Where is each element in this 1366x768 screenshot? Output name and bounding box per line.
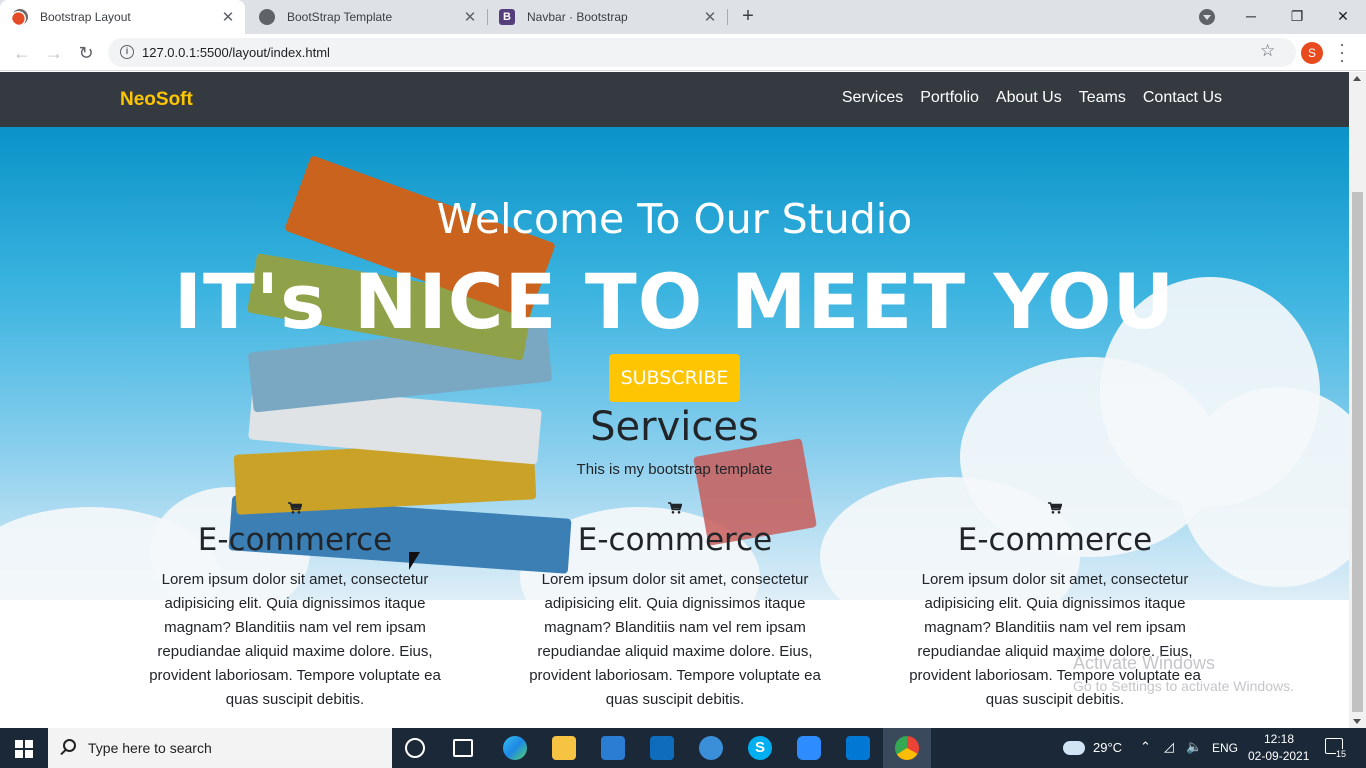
nav-link-teams[interactable]: Teams [1079,89,1126,107]
service-card: E-commerce Lorem ipsum dolor sit amet, c… [510,502,840,712]
card-text: Lorem ipsum dolor sit amet, consectetur … [529,571,821,708]
shopping-cart-icon [668,502,682,514]
file-explorer-icon[interactable] [552,736,576,760]
windows-logo-icon [25,750,33,758]
browser-tab-strip: Bootstrap Layout ✕ BootStrap Template ✕ … [0,0,1366,34]
hero-welcome-heading: Welcome To Our Studio [436,195,913,243]
page-viewport: NeoSoft Services Portfolio About Us Team… [0,72,1349,728]
url-text[interactable]: 127.0.0.1:5500/layout/index.html [142,45,330,60]
browser-toolbar: ← → ↻ i 127.0.0.1:5500/layout/index.html… [0,34,1366,71]
profile-avatar[interactable]: S [1301,42,1323,64]
volume-icon[interactable]: 🔈 [1186,739,1202,755]
menu-icon[interactable]: · · · [1336,35,1348,69]
notification-count: 15 [1336,749,1347,759]
subscribe-button[interactable]: SUBSCRIBE [609,354,740,402]
activate-windows-subtext: Go to Settings to activate Windows. [1073,678,1294,694]
new-tab-button[interactable]: + [736,4,760,28]
close-window-button[interactable]: ✕ [1320,0,1366,32]
search-placeholder: Type here to search [88,740,212,756]
scroll-up-icon[interactable] [1353,76,1361,81]
weather-icon[interactable] [1063,741,1085,755]
page-scrollbar[interactable] [1349,72,1366,728]
hero-main-heading: IT's NICE TO MEET YOU [173,257,1176,346]
tab-title: Bootstrap Layout [40,10,131,24]
services-heading: Services [590,404,759,450]
windows-logo-icon [15,750,23,758]
scroll-thumb[interactable] [1352,192,1363,712]
windows-logo-icon [15,740,23,748]
windows-logo-icon [25,740,33,748]
nav-links: Services Portfolio About Us Teams Contac… [842,89,1222,107]
start-button[interactable] [0,728,48,768]
globe-icon [259,9,275,25]
services-subtitle: This is my bootstrap template [576,461,773,478]
bookmark-star-icon[interactable]: ☆ [1260,41,1275,61]
tab-bootstrap-template[interactable]: BootStrap Template ✕ [247,0,487,34]
task-view-icon[interactable] [453,739,473,757]
site-navbar: NeoSoft Services Portfolio About Us Team… [0,72,1349,127]
tab-navbar-bootstrap[interactable]: B Navbar · Bootstrap ✕ [487,0,727,34]
clock-date[interactable]: 02-09-2021 [1248,749,1309,763]
tab-title: Navbar · Bootstrap [527,10,628,24]
scroll-down-icon[interactable] [1353,719,1361,724]
taskbar-search-box[interactable]: Type here to search [48,728,392,768]
network-icon[interactable]: ◿ [1164,739,1174,755]
vscode-icon[interactable] [846,736,870,760]
search-icon [63,739,76,752]
favicon-icon [12,9,28,25]
mouse-cursor-icon [409,552,420,570]
nav-link-contact-us[interactable]: Contact Us [1143,89,1222,107]
nav-link-portfolio[interactable]: Portfolio [920,89,979,107]
service-card: E-commerce Lorem ipsum dolor sit amet, c… [130,502,460,712]
nav-link-services[interactable]: Services [842,89,903,107]
restore-button[interactable]: ❐ [1274,0,1320,32]
back-button[interactable]: ← [10,41,34,65]
minimize-button[interactable]: ─ [1228,0,1274,32]
tab-title: BootStrap Template [287,10,393,24]
activate-windows-watermark: Activate Windows [1073,653,1216,673]
shopping-cart-icon [288,502,302,514]
skype-icon[interactable]: S [748,736,772,760]
address-bar[interactable]: i 127.0.0.1:5500/layout/index.html ☆ [108,38,1296,67]
clock-time[interactable]: 12:18 [1264,732,1294,746]
nav-link-about-us[interactable]: About Us [996,89,1062,107]
mail-icon[interactable] [650,736,674,760]
reload-button[interactable]: ↻ [74,41,98,65]
tab-bootstrap-layout[interactable]: Bootstrap Layout ✕ [0,0,245,34]
brand-logo[interactable]: NeoSoft [120,89,193,111]
tab-separator [727,9,728,25]
chrome-icon [895,736,919,760]
bootstrap-icon: B [499,9,515,25]
zoom-icon[interactable] [797,736,821,760]
card-title: E-commerce [957,522,1153,558]
edge-icon[interactable] [503,736,527,760]
chevron-up-icon[interactable]: ⌃ [1140,739,1151,755]
language-indicator[interactable]: ENG [1212,741,1238,755]
chrome-taskbar-button[interactable] [883,728,931,768]
card-text: Lorem ipsum dolor sit amet, consectetur … [149,571,441,708]
shopping-cart-icon [1048,502,1062,514]
store-icon[interactable] [601,736,625,760]
weather-temp[interactable]: 29°C [1093,740,1122,755]
card-title: E-commerce [577,522,773,558]
tab-search-icon[interactable] [1199,9,1215,25]
close-icon[interactable]: ✕ [701,8,719,26]
app-icon[interactable] [699,736,723,760]
close-icon[interactable]: ✕ [219,8,237,26]
cortana-icon[interactable] [405,738,425,758]
info-icon[interactable]: i [120,45,134,59]
forward-button[interactable]: → [42,41,66,65]
windows-taskbar: Type here to search S 29°C ⌃ ◿ 🔈 ENG 12:… [0,728,1366,768]
close-icon[interactable]: ✕ [461,8,479,26]
